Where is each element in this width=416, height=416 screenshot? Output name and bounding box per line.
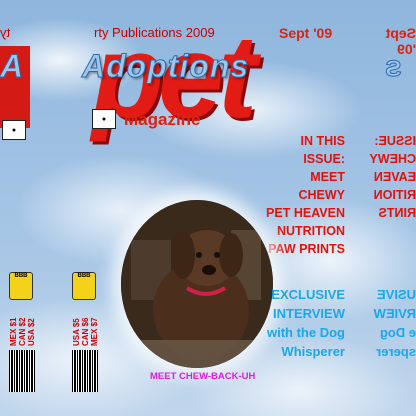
mini-logo: ● xyxy=(92,109,116,129)
excl-mirror-4: sperer xyxy=(376,344,416,359)
issue-item-1: MEET CHEWY xyxy=(298,170,345,202)
exclusive-line-3: with the Dog xyxy=(267,325,345,340)
price-can: CAN $6 xyxy=(81,317,90,346)
in-this-issue-list: IN THIS ISSUE: MEET CHEWY PET HEAVEN NUT… xyxy=(263,132,345,258)
brand-adoptions: Adoptions xyxy=(81,48,250,85)
issue-date: Sept '09 xyxy=(279,25,333,41)
barcode-bars xyxy=(72,350,98,392)
price-usa-col: USA $5 xyxy=(72,306,81,346)
excl-mirror-3: e Dog xyxy=(379,325,416,340)
prices-left: MEX $1 xyxy=(9,306,18,346)
mirror-line-3: EAVEN xyxy=(373,170,416,184)
mirror-line-5: RINTS xyxy=(378,206,416,220)
exclusive-block: EXCLUSIVE INTERVIEW with the Dog Whisper… xyxy=(255,285,345,361)
mirror-line-1: ISSUE: xyxy=(374,134,416,148)
barcode-right: BBB USA $5 CAN $6 MEX $7 xyxy=(72,272,99,392)
barcode-left: BBB MEX $1 CAN $2 USA $2 xyxy=(9,272,36,392)
issue-item-3: NUTRITION xyxy=(276,224,345,238)
mirror-line-2: CHEWY xyxy=(369,152,416,166)
issue-item-2: PET HEAVEN xyxy=(266,206,345,220)
price-mex-col: MEX $7 xyxy=(90,306,99,346)
price-left-1: MEX $1 xyxy=(9,317,18,346)
bbb-badge: BBB xyxy=(72,272,96,300)
exclusive-line-1: EXCLUSIVE xyxy=(271,287,345,302)
excl-mirror-1: USIVE xyxy=(376,287,416,302)
bbb-badge-left: BBB xyxy=(9,272,33,300)
bbb-text-left: BBB xyxy=(14,273,28,279)
price-left-col2: CAN $2 xyxy=(18,306,27,346)
price-left-3: USA $2 xyxy=(27,318,36,346)
price-left-col3: USA $2 xyxy=(27,306,36,346)
mini-logo-left: ● xyxy=(2,120,26,140)
price-usa: USA $5 xyxy=(72,318,81,346)
issue-item-4: PAW PRINTS xyxy=(268,242,345,256)
barcode-bars-left xyxy=(9,350,35,392)
price-left-2: CAN $2 xyxy=(18,317,27,346)
in-this-issue-mirror: ISSUE: CHEWY EAVEN RITION RINTS xyxy=(356,132,416,222)
price-mex: MEX $7 xyxy=(90,317,99,346)
excl-mirror-2: RVIEW xyxy=(373,306,416,321)
price-can-col: CAN $6 xyxy=(81,306,90,346)
mirror-line-4: RITION xyxy=(373,188,416,202)
exclusive-line-2: INTERVIEW xyxy=(273,306,345,321)
in-this-issue-heading: IN THIS ISSUE: xyxy=(300,134,345,166)
brand-mirror: s xyxy=(385,50,403,84)
exclusive-mirror: USIVE RVIEW e Dog sperer xyxy=(356,285,416,361)
dog-photo xyxy=(121,200,273,368)
bbb-text: BBB xyxy=(77,273,91,279)
magazine-label: Magazine xyxy=(124,110,201,129)
publisher-mirror: ty xyxy=(0,25,11,40)
photo-caption: MEET CHEW-BACK-UH xyxy=(150,371,256,382)
dog-illustration xyxy=(121,200,273,368)
brand-prefix: A xyxy=(0,48,24,85)
exclusive-line-4: Whisperer xyxy=(281,344,345,359)
